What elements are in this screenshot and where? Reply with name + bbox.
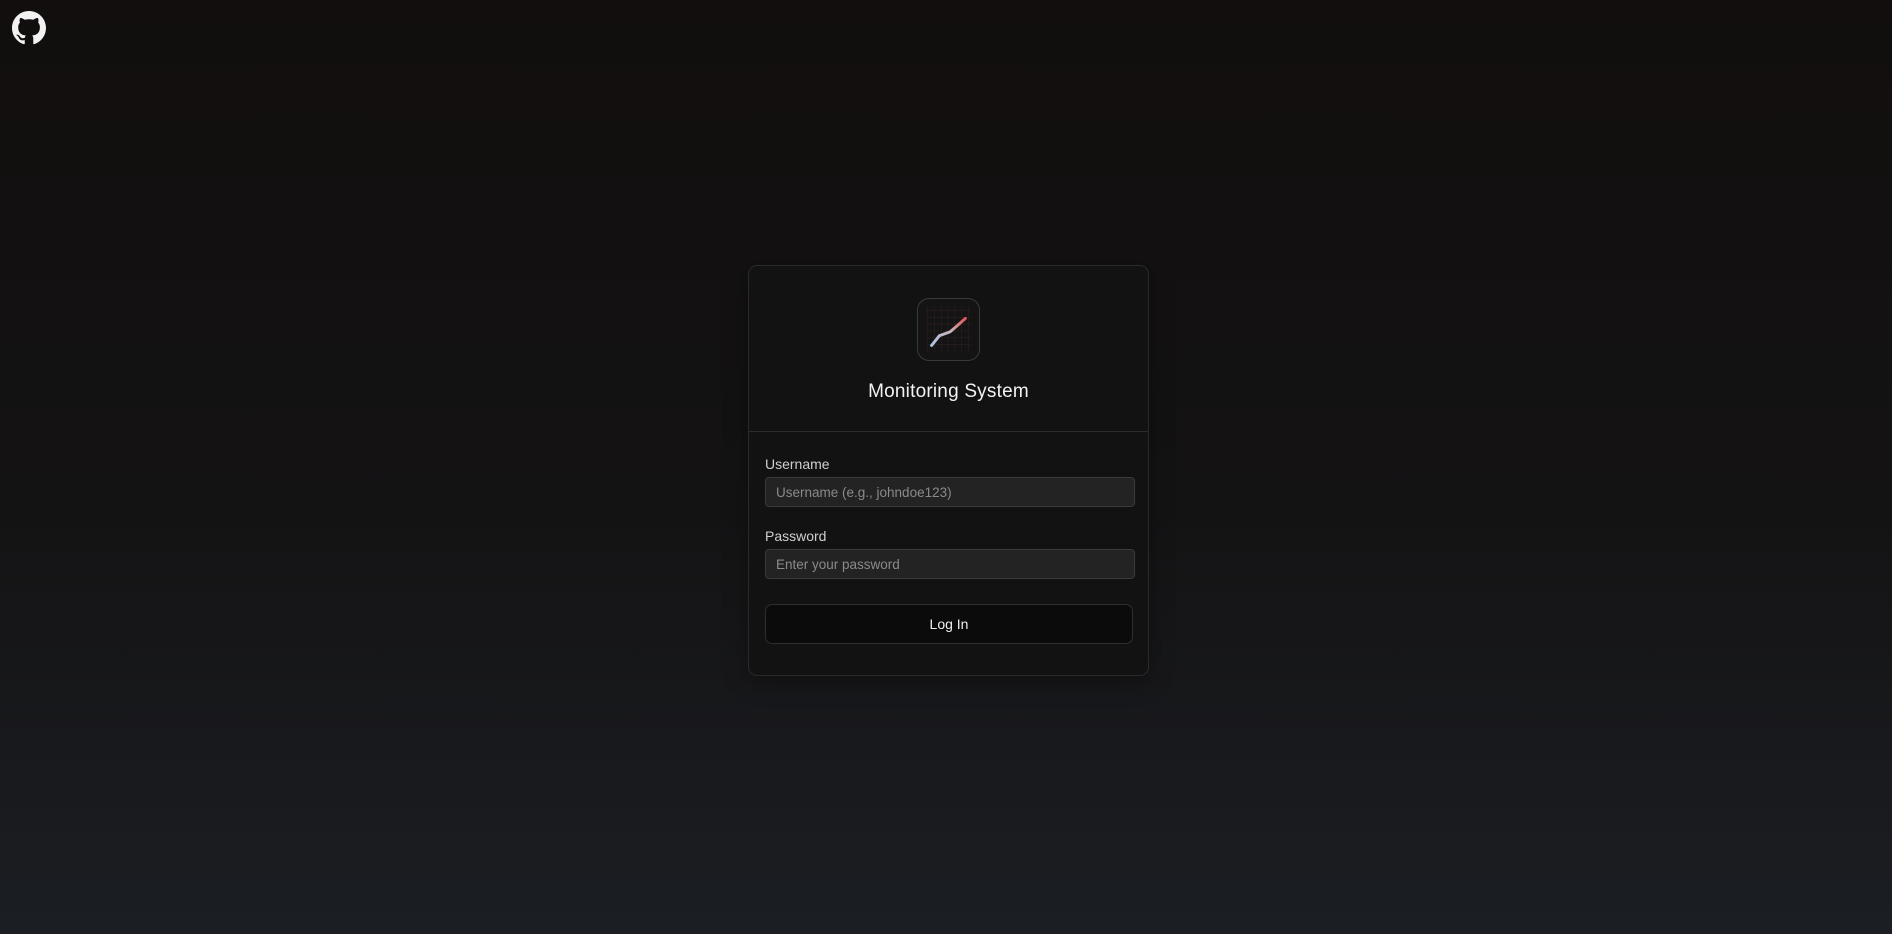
line-chart-icon (925, 306, 972, 353)
password-input[interactable] (765, 549, 1135, 579)
github-link[interactable] (12, 11, 46, 45)
login-button[interactable]: Log In (765, 604, 1133, 644)
app-logo (917, 298, 980, 361)
login-card: Monitoring System Username Password Log … (748, 265, 1149, 676)
username-label: Username (765, 456, 830, 472)
app-title: Monitoring System (868, 381, 1029, 402)
username-input[interactable] (765, 477, 1135, 507)
password-label: Password (765, 528, 827, 544)
card-header: Monitoring System (749, 266, 1148, 432)
github-icon (12, 11, 46, 45)
